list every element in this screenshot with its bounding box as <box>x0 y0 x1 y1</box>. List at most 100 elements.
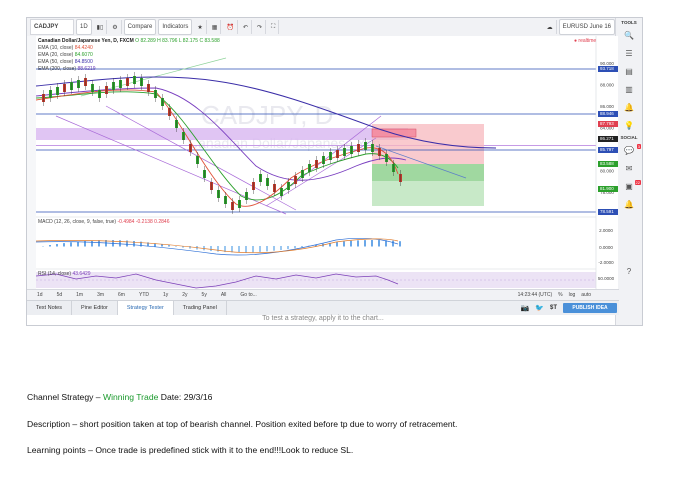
layout-label: EURUSD June 16 <box>562 24 611 30</box>
fullscreen-icon[interactable]: ⛶ <box>268 20 280 34</box>
chart-svg[interactable]: CADJPY, D Canadian Dollar/Japanese Yen 9… <box>35 36 618 305</box>
twitter-icon[interactable]: 🐦 <box>535 304 544 312</box>
price-marker: 88.946 <box>598 111 618 117</box>
watermark-symbol: CADJPY, D <box>201 100 333 130</box>
bottom-tabs: Text Notes Pine Editor Strategy Tester T… <box>27 300 619 315</box>
symbol-search-field[interactable]: CADJPY <box>30 19 74 35</box>
symbol-text: CADJPY <box>34 24 59 30</box>
rsi-value: 43.6429 <box>72 271 91 277</box>
watchlist-icon[interactable]: ☰ <box>616 46 642 61</box>
calendar-icon[interactable]: ▤ <box>616 64 642 79</box>
macd-bar <box>63 243 65 247</box>
layout-select[interactable]: EURUSD June 16 <box>558 19 615 35</box>
cloud-icon[interactable]: ☁ <box>544 20 557 34</box>
messages-icon[interactable]: ✉ <box>616 161 642 176</box>
star-icon[interactable]: ★ <box>194 20 207 34</box>
macd-bar <box>91 240 93 247</box>
bar-style-icon[interactable]: ▮▯ <box>94 20 108 34</box>
clock-readout: 14:23:44 (UTC) <box>517 292 553 298</box>
chat-icon[interactable]: 💬 3 <box>616 143 642 158</box>
ema-50-legend[interactable]: EMA (50, close) 84.8500 <box>38 59 93 65</box>
macd-bar <box>301 246 303 248</box>
price-marker: 85.797 <box>598 147 618 153</box>
templates-icon[interactable]: ▦ <box>209 20 222 34</box>
redo-icon[interactable]: ↷ <box>254 20 266 34</box>
compare-button[interactable]: Compare <box>123 19 157 35</box>
tab-text-notes[interactable]: Text Notes <box>27 301 72 315</box>
ema-200-legend[interactable]: EMA (200, close) 88.6219 <box>38 66 96 72</box>
range-button[interactable]: Go to... <box>240 292 256 298</box>
tab-pine-editor-label: Pine Editor <box>80 305 108 311</box>
right-toolbar: TOOLS 🔍 ☰ ▤ ▥ 🔔 💡 SOCIAL 💬 3 ✉ ▣ 22 🔔 ? <box>615 18 642 325</box>
tab-strategy-tester[interactable]: Strategy Tester <box>117 301 174 315</box>
price-axis-label: 86.000 <box>600 104 614 109</box>
rsi-legend[interactable]: RSI (14, close) 43.6429 <box>38 271 91 277</box>
notifications-icon[interactable]: 🔔 <box>616 197 642 212</box>
range-button[interactable]: 6m <box>118 292 125 298</box>
streams-icon[interactable]: ▣ 22 <box>616 179 642 194</box>
range-button[interactable]: 5d <box>57 292 63 298</box>
macd-bar <box>343 241 345 247</box>
percent-toggle[interactable]: % <box>558 292 562 298</box>
news-icon[interactable]: ▥ <box>616 82 642 97</box>
tab-pine-editor[interactable]: Pine Editor <box>72 301 118 315</box>
alert-icon[interactable]: ⏰ <box>223 20 238 34</box>
tools-label: TOOLS <box>621 20 637 25</box>
macd-bar <box>210 246 212 252</box>
realtime-label: realtime <box>578 38 597 44</box>
macd-bar <box>371 240 373 247</box>
price-marker: 78.591 <box>598 209 618 215</box>
auto-toggle[interactable]: auto <box>581 292 591 298</box>
rsi-axis-1: 50.0000 <box>598 276 615 281</box>
range-button[interactable]: 1d <box>37 292 43 298</box>
macd-bar <box>294 246 296 249</box>
help-icon[interactable]: ? <box>616 264 642 279</box>
macd-bar <box>238 246 240 253</box>
ema-20-legend[interactable]: EMA (20, close) 84.6070 <box>38 52 93 58</box>
lightbulb-icon[interactable]: 💡 <box>616 118 642 133</box>
macd-bar <box>189 246 191 249</box>
chart-properties-icon[interactable]: ⚙ <box>109 20 122 34</box>
macd-label: MACD (12, 26, close, 9, false, true) <box>38 219 117 225</box>
ema-10-value: 84.4240 <box>74 45 93 51</box>
interval-button[interactable]: 1D <box>76 19 92 35</box>
doc-winning-trade: Winning Trade <box>102 392 159 402</box>
stocktwits-icon[interactable]: $T <box>550 305 557 311</box>
publish-idea-label: PUBLISH IDEA <box>572 305 608 311</box>
range-button[interactable]: YTD <box>139 292 149 298</box>
macd-values: -0.4984 -0.2138 0.2846 <box>117 219 170 225</box>
compare-label: Compare <box>127 24 153 30</box>
macd-bar <box>378 240 380 247</box>
log-toggle[interactable]: log <box>569 292 576 298</box>
realtime-badge: ● realtime <box>574 38 597 44</box>
price-marker: 86.271 <box>598 136 618 142</box>
range-bar: 1d 5d 1m 3m 6m YTD 1y 2y 5y All Go to... 14:23:44 … <box>27 289 619 300</box>
indicators-button[interactable]: Indicators <box>158 19 193 35</box>
macd-bar <box>49 245 51 247</box>
macd-legend[interactable]: MACD (12, 26, close, 9, false, true) -0.… <box>38 219 169 225</box>
search-icon[interactable]: 🔍 <box>616 28 642 43</box>
ema-10-legend[interactable]: EMA (10, close) 84.4240 <box>38 45 93 51</box>
camera-icon[interactable]: 📷 <box>521 304 530 312</box>
ema-20-value: 84.6070 <box>74 52 93 58</box>
undo-icon[interactable]: ↶ <box>240 20 252 34</box>
range-button[interactable]: 3m <box>97 292 104 298</box>
macd-bar <box>357 240 359 247</box>
doc-line-1: Channel Strategy – Winning Trade Date: 2… <box>27 392 212 402</box>
range-button[interactable]: 1m <box>76 292 83 298</box>
price-marker: 93.718 <box>598 66 618 72</box>
range-button[interactable]: All <box>221 292 227 298</box>
bell-icon[interactable]: 🔔 <box>616 100 642 115</box>
publish-idea-button[interactable]: PUBLISH IDEA <box>563 303 617 313</box>
rsi-label: RSI (14, close) <box>38 271 72 277</box>
chart-area[interactable]: CADJPY, D Canadian Dollar/Japanese Yen 9… <box>35 36 618 305</box>
macd-bar <box>252 246 254 253</box>
macd-axis-3: -2.0000 <box>598 260 614 265</box>
range-button[interactable]: 2y <box>182 292 187 298</box>
range-button[interactable]: 5y <box>202 292 207 298</box>
trading-chart-screenshot: CADJPY 1D ▮▯ ⚙ Compare Indicators ★ ▦ ⏰ … <box>26 17 643 326</box>
ema-200-value: 88.6219 <box>77 66 96 72</box>
tab-trading-panel[interactable]: Trading Panel <box>174 301 227 315</box>
macd-bar <box>364 240 366 247</box>
range-button[interactable]: 1y <box>163 292 168 298</box>
